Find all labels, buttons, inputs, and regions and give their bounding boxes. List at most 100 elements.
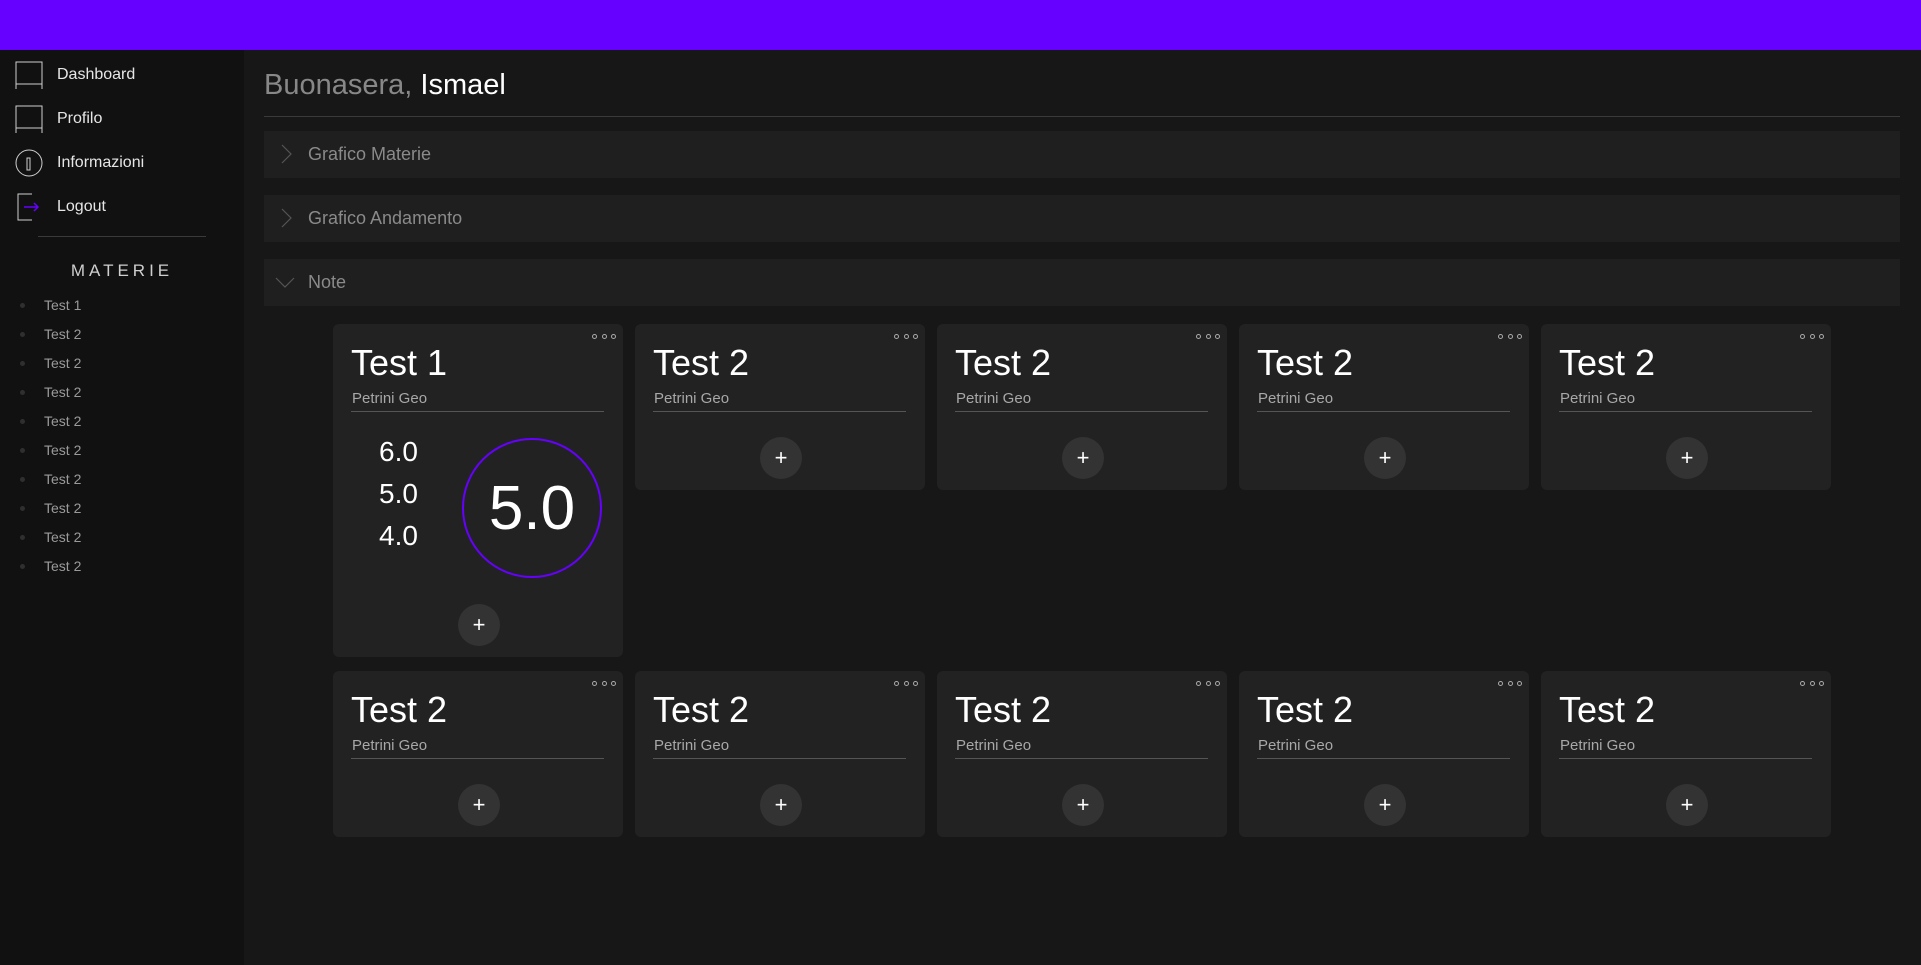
monitor-icon	[14, 60, 44, 90]
card-title: Test 2	[1257, 342, 1354, 383]
grade-value: 5.0	[379, 478, 418, 509]
card-title: Test 2	[653, 689, 750, 730]
more-options-icon[interactable]	[894, 677, 918, 689]
accordion-grafico-materie[interactable]: Grafico Materie	[264, 131, 1900, 178]
card-divider	[351, 758, 604, 759]
bullet-dot	[20, 447, 25, 453]
average-circle: 5.0	[462, 438, 602, 578]
more-options-icon[interactable]	[1800, 677, 1824, 689]
add-grade-button[interactable]: +	[760, 784, 802, 826]
subject-card: Test 2 Petrini Geo +	[1239, 671, 1529, 837]
more-options-icon[interactable]	[592, 677, 616, 689]
sidebar-divider	[38, 236, 206, 237]
subject-card: Test 1 Petrini Geo 6.0 5.0 4.0 5.0 +	[333, 324, 623, 657]
bullet-dot	[20, 389, 25, 395]
subject-card: Test 2 Petrini Geo +	[333, 671, 623, 837]
subject-label: Test 2	[44, 471, 82, 487]
card-divider	[653, 411, 906, 412]
add-grade-button[interactable]: +	[1062, 437, 1104, 479]
more-options-icon[interactable]	[592, 330, 616, 342]
subject-item[interactable]: Test 2	[20, 497, 81, 519]
subject-label: Test 2	[44, 413, 82, 429]
card-title: Test 2	[955, 689, 1052, 730]
card-teacher: Petrini Geo	[352, 737, 428, 754]
subject-label: Test 2	[44, 384, 82, 400]
nav-profilo-label: Profilo	[57, 110, 103, 127]
subject-item[interactable]: Test 2	[20, 555, 81, 577]
card-divider	[1559, 411, 1812, 412]
nav-informazioni[interactable]: Informazioni	[14, 148, 144, 178]
add-grade-button[interactable]: +	[1364, 437, 1406, 479]
card-title: Test 2	[955, 342, 1052, 383]
subject-card: Test 2 Petrini Geo +	[1541, 671, 1831, 837]
bullet-dot	[20, 418, 25, 424]
grade-value: 4.0	[379, 520, 418, 551]
subject-item[interactable]: Test 2	[20, 352, 81, 374]
card-title: Test 2	[1559, 342, 1656, 383]
card-divider	[1257, 758, 1510, 759]
title-divider	[264, 116, 1900, 117]
subject-item[interactable]: Test 2	[20, 468, 81, 490]
card-teacher: Petrini Geo	[654, 390, 730, 407]
grade-value: 6.0	[379, 436, 418, 467]
chevron-down-icon	[274, 271, 296, 293]
subject-item[interactable]: Test 2	[20, 381, 81, 403]
subject-item[interactable]: Test 2	[20, 439, 81, 461]
more-options-icon[interactable]	[1498, 330, 1522, 342]
subject-card: Test 2 Petrini Geo +	[1541, 324, 1831, 490]
card-title: Test 2	[1559, 689, 1656, 730]
bullet-dot	[20, 534, 25, 540]
nav-dashboard[interactable]: Dashboard	[14, 60, 135, 90]
more-options-icon[interactable]	[894, 330, 918, 342]
bullet-dot	[20, 302, 25, 308]
subject-card: Test 2 Petrini Geo +	[635, 324, 925, 490]
card-teacher: Petrini Geo	[956, 737, 1032, 754]
card-divider	[955, 411, 1208, 412]
chevron-right-icon	[274, 143, 296, 165]
subject-card: Test 2 Petrini Geo +	[937, 324, 1227, 490]
subject-item[interactable]: Test 2	[20, 323, 81, 345]
subject-card: Test 2 Petrini Geo +	[1239, 324, 1529, 490]
add-grade-button[interactable]: +	[760, 437, 802, 479]
card-title: Test 2	[1257, 689, 1354, 730]
subject-label: Test 2	[44, 500, 82, 516]
nav-dashboard-label: Dashboard	[57, 66, 136, 83]
more-options-icon[interactable]	[1196, 677, 1220, 689]
bullet-dot	[20, 505, 25, 511]
accordion-note[interactable]: Note	[264, 259, 1900, 306]
add-grade-button[interactable]: +	[458, 604, 500, 646]
add-grade-button[interactable]: +	[1062, 784, 1104, 826]
bullet-dot	[20, 476, 25, 482]
card-divider	[1257, 411, 1510, 412]
subject-item[interactable]: Test 1	[20, 294, 81, 316]
add-grade-button[interactable]: +	[1364, 784, 1406, 826]
nav-profilo[interactable]: Profilo	[14, 104, 102, 134]
more-options-icon[interactable]	[1800, 330, 1824, 342]
logout-icon	[14, 192, 44, 222]
chevron-right-icon	[274, 207, 296, 229]
add-grade-button[interactable]: +	[458, 784, 500, 826]
subject-card: Test 2 Petrini Geo +	[635, 671, 925, 837]
monitor-icon	[14, 104, 44, 134]
sidebar: Dashboard Profilo Informazioni Logout MA…	[0, 50, 244, 965]
card-teacher: Petrini Geo	[1258, 390, 1334, 407]
accordion-grafico-andamento[interactable]: Grafico Andamento	[264, 195, 1900, 242]
card-teacher: Petrini Geo	[956, 390, 1032, 407]
page-title: Buonasera, Ismael	[264, 69, 506, 102]
card-divider	[1559, 758, 1812, 759]
bullet-dot	[20, 360, 25, 366]
bullet-dot	[20, 331, 25, 337]
add-grade-button[interactable]: +	[1666, 437, 1708, 479]
more-options-icon[interactable]	[1498, 677, 1522, 689]
subject-label: Test 2	[44, 355, 82, 371]
nav-logout[interactable]: Logout	[14, 192, 106, 222]
card-divider	[653, 758, 906, 759]
accordion-label: Grafico Andamento	[308, 208, 463, 228]
accordion-label: Note	[308, 272, 347, 292]
bullet-dot	[20, 563, 25, 569]
subject-item[interactable]: Test 2	[20, 410, 81, 432]
more-options-icon[interactable]	[1196, 330, 1220, 342]
add-grade-button[interactable]: +	[1666, 784, 1708, 826]
subject-item[interactable]: Test 2	[20, 526, 81, 548]
subject-label: Test 2	[44, 326, 82, 342]
